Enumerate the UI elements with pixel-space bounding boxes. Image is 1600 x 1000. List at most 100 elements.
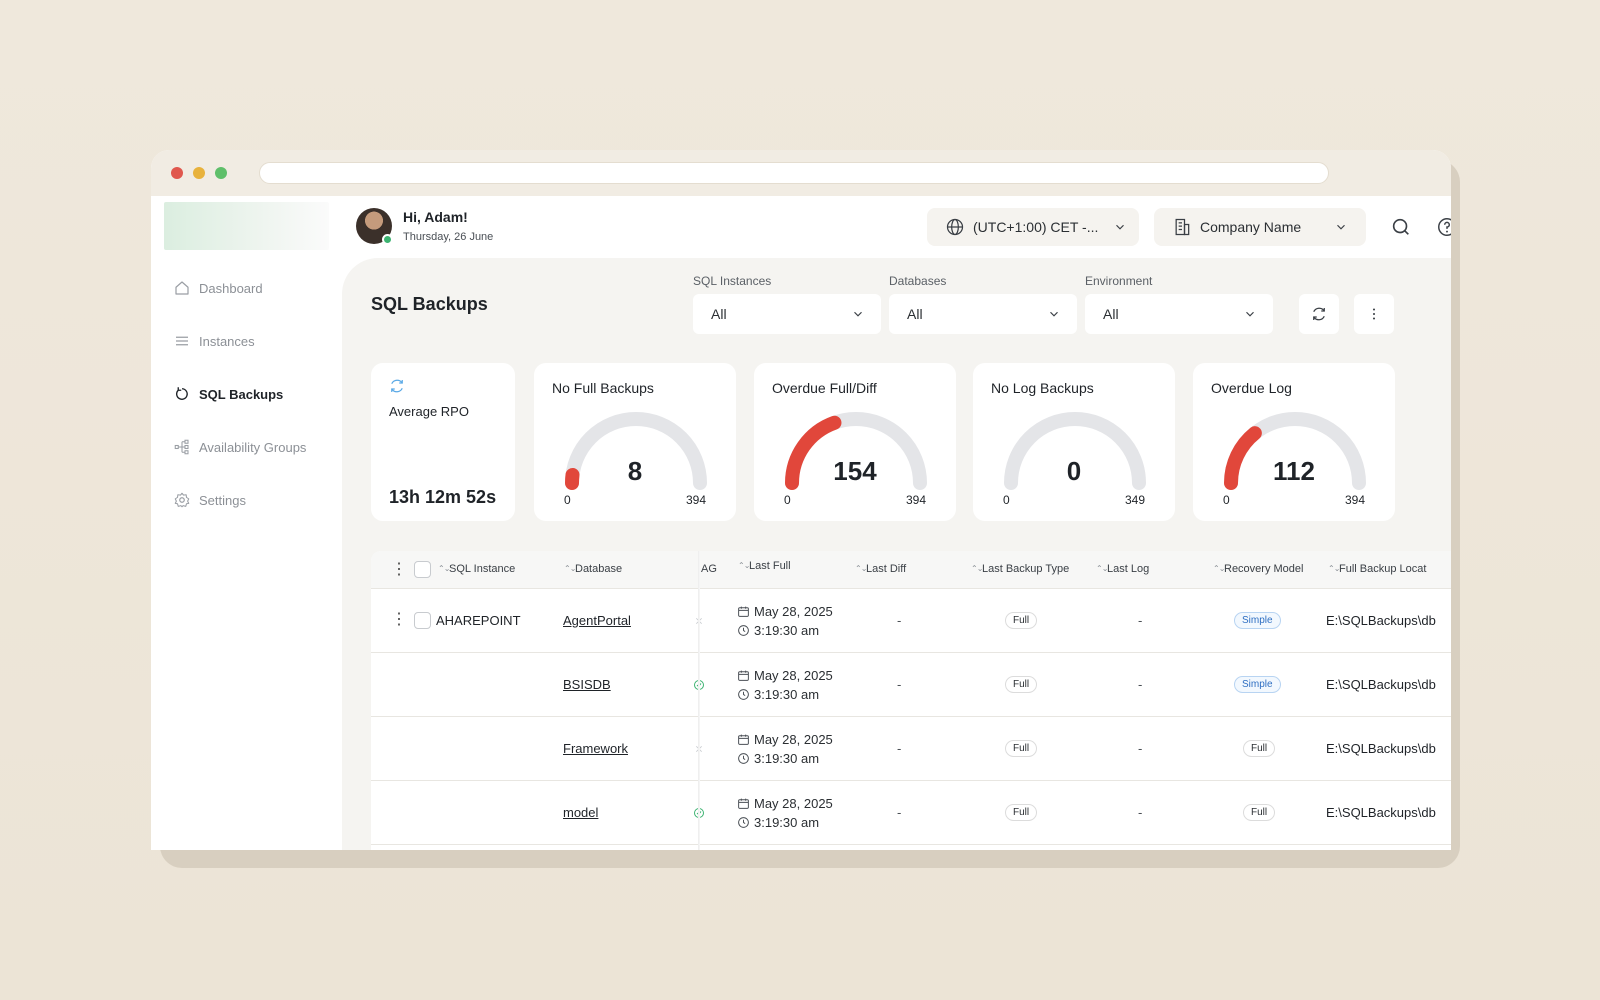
gauge-title: Overdue Log <box>1211 380 1292 396</box>
last-full-date: May 28, 2025 <box>754 668 833 683</box>
company-select[interactable]: Company Name <box>1154 208 1366 246</box>
gauge-title: Overdue Full/Diff <box>772 380 877 396</box>
cell-sql-instance: AHAREPOINT <box>436 613 521 628</box>
clock-icon <box>737 815 750 828</box>
row-kebab-icon[interactable]: ⋮ <box>391 612 407 628</box>
calendar-icon <box>737 604 750 617</box>
table-row[interactable]: model May 28, 2025 3:19:30 am - Full - Full E:\… <box>371 781 1451 845</box>
gauge-value: 0 <box>1066 456 1082 486</box>
gauge-min: 0 <box>1003 493 1010 507</box>
column-header-sql-instance[interactable]: ⌃⌄ SQL Instance <box>438 563 515 575</box>
table-header: ⋮ ⌃⌄ SQL Instance ⌃⌄ Database AG ⌃⌄ Last Fu… <box>371 551 1451 589</box>
table-row[interactable]: ⋮ AHAREPOINT AgentPortal May 28, 2025 3:19:3… <box>371 589 1451 653</box>
cell-last-log: - <box>1138 805 1143 820</box>
databases-select[interactable]: All <box>889 294 1077 334</box>
select-value: All <box>711 306 727 322</box>
cell-full-backup-location: E:\SQLBackups\db <box>1326 805 1436 820</box>
maximize-dot[interactable] <box>215 167 227 179</box>
recovery-model-badge: Simple <box>1234 676 1281 693</box>
help-icon[interactable] <box>1436 216 1451 238</box>
database-link[interactable]: AgentPortal <box>563 613 631 628</box>
gauge-min: 0 <box>564 493 571 507</box>
sort-icon: ⌃⌄ <box>438 564 450 573</box>
more-options-button[interactable] <box>1354 294 1394 334</box>
menu-lines-icon <box>176 336 188 346</box>
address-bar[interactable] <box>259 162 1329 184</box>
database-link[interactable]: Framework <box>563 741 628 756</box>
column-header-recovery-model[interactable]: ⌃⌄ Recovery Model <box>1213 563 1303 575</box>
sql-instances-select[interactable]: All <box>693 294 881 334</box>
cell-last-diff: - <box>897 805 902 820</box>
column-header-last-backup-type[interactable]: ⌃⌄ Last Backup Type <box>971 563 1069 575</box>
filter-label-sql-instances: SQL Instances <box>693 274 772 288</box>
last-full-datetime: May 28, 2025 3:19:30 am <box>737 730 833 768</box>
chevron-down-icon <box>854 311 862 317</box>
column-label: AG <box>701 563 717 575</box>
column-header-last-log[interactable]: ⌃⌄ Last Log <box>1096 563 1149 575</box>
gauge-card-overdue-log: Overdue Log 112 0 394 <box>1193 363 1395 521</box>
filter-label-environment: Environment <box>1085 274 1153 288</box>
average-rpo-card: Average RPO 13h 12m 52s <box>371 363 515 521</box>
gauge-card-no-full-backups: No Full Backups 8 0 394 <box>534 363 736 521</box>
column-label: Recovery Model <box>1224 563 1304 575</box>
globe-icon <box>946 218 964 236</box>
column-label: Last Full <box>749 560 791 572</box>
database-link[interactable]: BSISDB <box>563 677 611 692</box>
topbar: Hi, Adam! Thursday, 26 June (UTC+1:00) C… <box>342 196 1451 258</box>
backup-type-badge: Full <box>1005 612 1038 629</box>
gauge-max: 349 <box>1124 493 1145 507</box>
cell-last-diff: - <box>897 741 902 756</box>
home-icon <box>175 281 189 295</box>
search-icon[interactable] <box>1390 216 1412 238</box>
greeting: Hi, Adam! <box>403 209 468 225</box>
clock-icon <box>737 687 750 700</box>
gauge-max: 394 <box>1344 493 1365 507</box>
last-full-time: 3:19:30 am <box>754 623 820 638</box>
column-header-database[interactable]: ⌃⌄ Database <box>564 563 622 575</box>
sidebar-item-availability-groups[interactable]: Availability Groups <box>173 435 306 459</box>
select-all-checkbox[interactable] <box>414 561 431 578</box>
gauge-max: 394 <box>905 493 926 507</box>
select-value: All <box>907 306 923 322</box>
database-link[interactable]: model <box>563 805 598 820</box>
sidebar-item-label: Availability Groups <box>199 439 307 455</box>
refresh-button[interactable] <box>1299 294 1339 334</box>
gauge-card-no-log-backups: No Log Backups 0 0 349 <box>973 363 1175 521</box>
logo[interactable] <box>164 202 329 250</box>
cell-last-diff: - <box>897 677 902 692</box>
backup-type-badge: Full <box>1005 804 1038 821</box>
cell-last-log: - <box>1138 677 1143 692</box>
close-dot[interactable] <box>171 167 183 179</box>
sort-icon: ⌃⌄ <box>1213 564 1225 573</box>
column-label: Full Backup Locat <box>1339 563 1427 575</box>
chevron-down-icon <box>1337 224 1345 230</box>
gauge-value: 112 <box>1273 456 1315 486</box>
minimize-dot[interactable] <box>193 167 205 179</box>
timezone-select[interactable]: (UTC+1:00) CET -... <box>927 208 1139 246</box>
sort-icon: ⌃⌄ <box>855 564 867 573</box>
sidebar-item-instances[interactable]: Instances <box>173 329 255 353</box>
table-row[interactable]: BSISDB May 28, 2025 3:19:30 am - Full - Simple… <box>371 653 1451 717</box>
environment-select[interactable]: All <box>1085 294 1273 334</box>
column-header-last-diff[interactable]: ⌃⌄ Last Diff <box>855 563 906 575</box>
backup-type-badge: Full <box>1005 740 1038 757</box>
last-full-datetime: May 28, 2025 3:19:30 am <box>737 794 833 832</box>
sidebar-item-sql-backups[interactable]: SQL Backups <box>173 382 283 406</box>
calendar-icon <box>737 732 750 745</box>
table-row[interactable]: Framework May 28, 2025 3:19:30 am - Full - Ful… <box>371 717 1451 781</box>
sort-icon: ⌃⌄ <box>971 564 983 573</box>
sidebar-item-settings[interactable]: Settings <box>173 488 246 512</box>
sidebar-item-dashboard[interactable]: Dashboard <box>173 276 263 300</box>
sidebar-item-label: Settings <box>199 492 246 508</box>
row-checkbox[interactable] <box>414 612 431 629</box>
column-header-last-full[interactable]: ⌃⌄ Last Full <box>738 560 791 572</box>
sidebar-item-label: SQL Backups <box>199 386 284 402</box>
header-kebab-icon[interactable]: ⋮ <box>391 562 407 578</box>
column-header-full-backup-location[interactable]: ⌃⌄ Full Backup Locat <box>1328 563 1426 575</box>
rpo-value: 13h 12m 52s <box>389 487 497 507</box>
sidebar-item-label: Dashboard <box>199 280 263 296</box>
column-label: SQL Instance <box>449 563 516 575</box>
clock-icon <box>737 623 750 636</box>
column-label: Last Log <box>1107 563 1150 575</box>
column-header-ag[interactable]: AG <box>701 563 717 575</box>
